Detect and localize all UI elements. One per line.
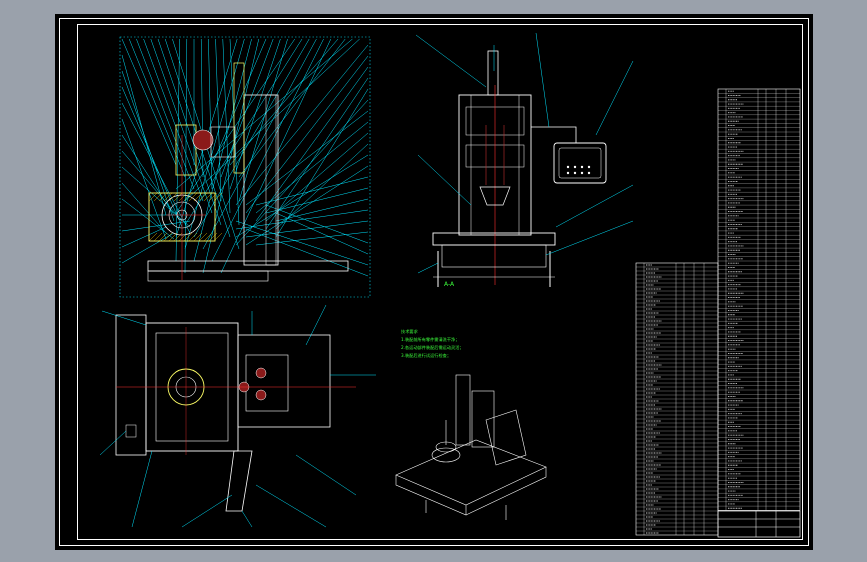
parts-list-column-right [717,88,801,511]
plan-handle [225,450,253,512]
cad-drawing-canvas: A-A 技术要求 1.装配前所有零件需清洗干净； 2.各运动部件装配后需运动灵活… [99,32,801,538]
plan-table [237,334,331,428]
parts-list [635,88,801,536]
front-view [119,36,371,298]
title-block [717,510,801,538]
side-view-leader-lines [415,32,634,274]
section-label: A-A [444,281,455,288]
base-plate [147,260,349,272]
front-view-leader-lines [121,38,369,277]
side-view: A-A [415,32,634,288]
note-line-0: 技术要求 [401,328,419,335]
drawing-sheet: A-A 技术要求 1.装配前所有零件需清洗干净； 2.各运动部件装配后需运动灵活… [55,14,813,550]
note-line-2: 2.各运动部件装配后需运动灵活； [401,344,464,351]
isometric-view [395,374,547,520]
plan-view [99,304,376,528]
note-line-1: 1.装配前所有零件需清洗干净； [401,336,459,343]
technical-notes: 技术要求 1.装配前所有零件需清洗干净； 2.各运动部件装配后需运动灵活； 3.… [401,328,464,359]
side-column [487,50,499,96]
front-view-boundary [119,36,371,298]
control-box [553,142,607,184]
base-lower [147,270,269,282]
motor-face [192,129,214,151]
parts-list-column-left [635,262,719,536]
control-knobs [566,165,591,175]
note-line-3: 3.装配后进行试运行检查； [401,352,451,359]
plan-left-rail [115,314,147,456]
